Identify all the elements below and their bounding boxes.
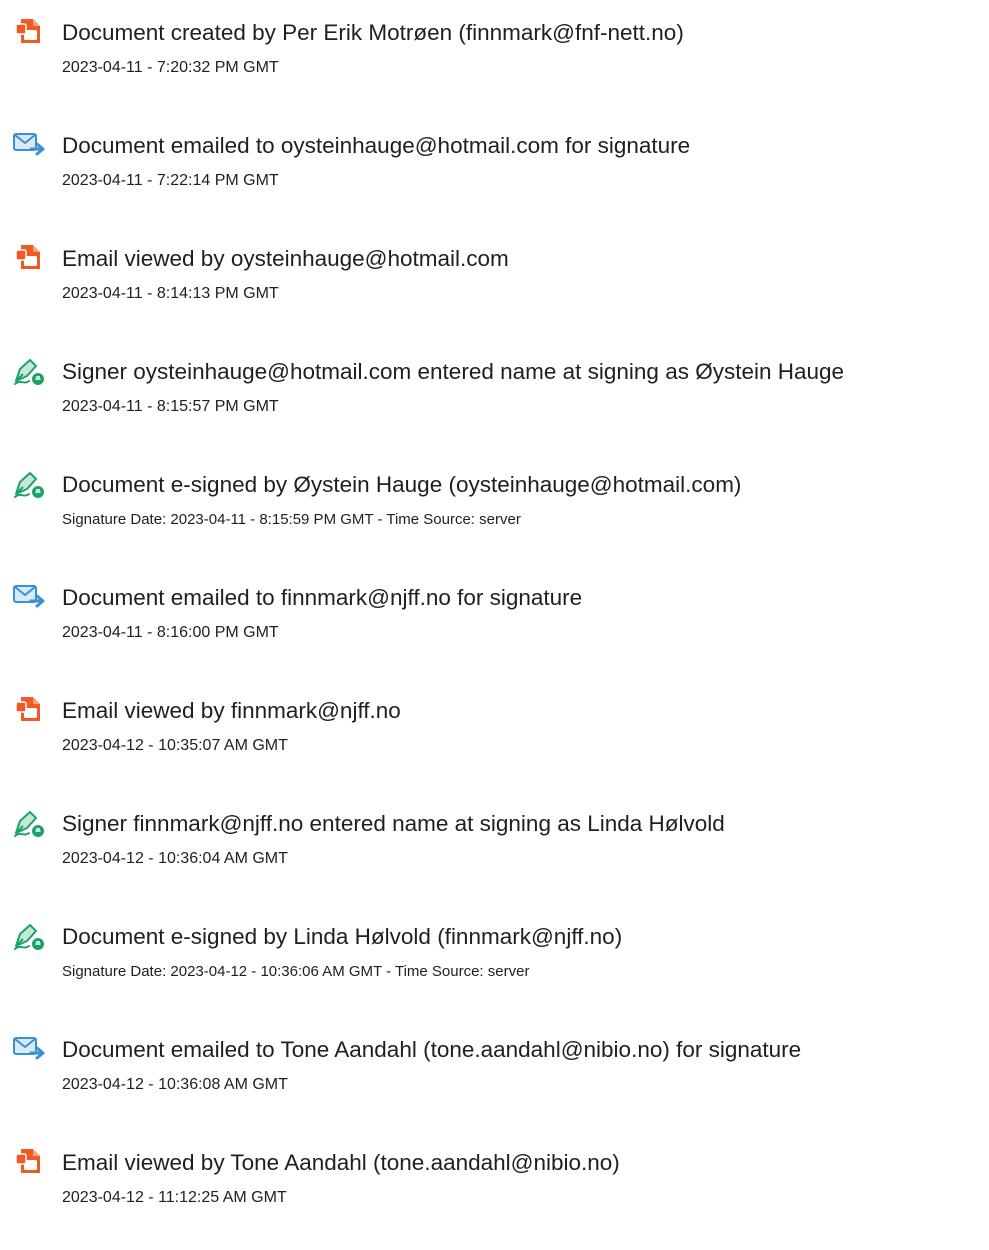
- event-timestamp: 2023-04-12 - 10:36:08 AM GMT: [62, 1076, 288, 1093]
- audit-event-document-emailed: Document emailed to oysteinhauge@hotmail…: [0, 133, 989, 233]
- event-title: Document e-signed by Øystein Hauge (oyst…: [62, 472, 742, 497]
- event-title: Email viewed by finnmark@njff.no: [62, 698, 401, 723]
- event-signature-date: Signature Date: 2023-04-12 - 10:36:06 AM…: [62, 963, 530, 980]
- audit-event-document-esigned: Document e-signed by Øystein Hauge (oyst…: [0, 472, 989, 572]
- audit-event-signer-name-entered: Signer oysteinhauge@hotmail.com entered …: [0, 359, 989, 459]
- event-timestamp: 2023-04-11 - 8:14:13 PM GMT: [62, 285, 279, 302]
- event-title: Signer finnmark@njff.no entered name at …: [62, 811, 725, 836]
- document-icon: [12, 242, 46, 276]
- event-timestamp: 2023-04-12 - 11:12:25 AM GMT: [62, 1189, 287, 1206]
- document-icon: [12, 694, 46, 728]
- audit-event-document-created: Document created by Per Erik Motrøen (fi…: [0, 19, 989, 120]
- document-icon: [12, 16, 46, 50]
- event-timestamp: 2023-04-11 - 8:15:57 PM GMT: [62, 398, 279, 415]
- signature-icon: [12, 468, 46, 502]
- event-timestamp: 2023-04-11 - 8:16:00 PM GMT: [62, 624, 279, 641]
- event-timestamp: 2023-04-12 - 10:35:07 AM GMT: [62, 737, 288, 754]
- email-icon: [12, 1033, 46, 1067]
- signature-icon: [12, 355, 46, 389]
- event-timestamp: 2023-04-11 - 7:20:32 PM GMT: [62, 59, 279, 76]
- event-signature-date: Signature Date: 2023-04-11 - 8:15:59 PM …: [62, 511, 521, 528]
- event-title: Document emailed to Tone Aandahl (tone.a…: [62, 1037, 802, 1062]
- event-title: Document emailed to finnmark@njff.no for…: [62, 585, 583, 610]
- event-title: Email viewed by Tone Aandahl (tone.aanda…: [62, 1150, 620, 1175]
- event-title: Signer oysteinhauge@hotmail.com entered …: [62, 359, 845, 384]
- event-timestamp: 2023-04-12 - 10:36:04 AM GMT: [62, 850, 288, 867]
- audit-event-signer-name-entered: Signer finnmark@njff.no entered name at …: [0, 811, 989, 911]
- audit-event-email-viewed: Email viewed by Tone Aandahl (tone.aanda…: [0, 1149, 989, 1250]
- event-title: Document emailed to oysteinhauge@hotmail…: [62, 133, 691, 158]
- event-title: Email viewed by oysteinhauge@hotmail.com: [62, 246, 509, 271]
- audit-event-document-emailed: Document emailed to finnmark@njff.no for…: [0, 585, 989, 685]
- audit-event-email-viewed: Email viewed by oysteinhauge@hotmail.com…: [0, 245, 989, 346]
- audit-event-email-viewed: Email viewed by finnmark@njff.no 2023-04…: [0, 697, 989, 798]
- event-title: Document created by Per Erik Motrøen (fi…: [62, 20, 684, 45]
- document-icon: [12, 1146, 46, 1180]
- audit-event-document-esigned: Document e-signed by Linda Hølvold (finn…: [0, 924, 989, 1024]
- audit-event-document-emailed: Document emailed to Tone Aandahl (tone.a…: [0, 1037, 989, 1137]
- signature-icon: [12, 807, 46, 841]
- event-title: Document e-signed by Linda Hølvold (finn…: [62, 924, 623, 949]
- signature-icon: [12, 920, 46, 954]
- email-icon: [12, 581, 46, 615]
- event-timestamp: 2023-04-11 - 7:22:14 PM GMT: [62, 172, 279, 189]
- email-icon: [12, 129, 46, 163]
